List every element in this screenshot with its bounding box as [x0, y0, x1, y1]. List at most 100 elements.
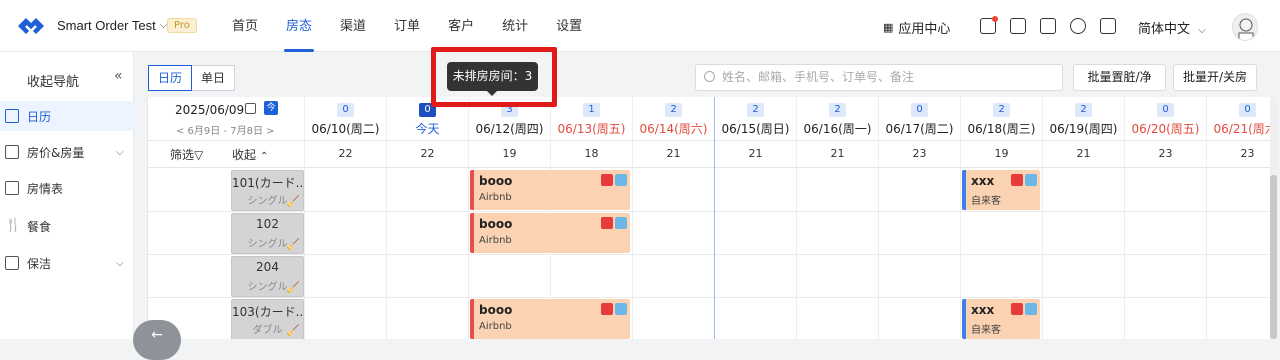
column-divider	[796, 168, 797, 339]
unassigned-count-badge[interactable]: 2	[747, 103, 764, 117]
unassigned-count-badge[interactable]: 1	[583, 103, 600, 117]
guest-name: booo	[479, 174, 513, 188]
booking-block[interactable]: xxx 自来客	[962, 170, 1040, 210]
date-range[interactable]: < 6月9日 - 7月8日 >	[176, 122, 275, 137]
main-nav: 首页 房态 渠道 订单 客户 统计 设置	[218, 0, 596, 52]
unassigned-count-badge[interactable]: 0	[1239, 103, 1256, 117]
row-divider	[148, 211, 1270, 212]
date-column-header[interactable]: 0 06/17(周二)	[878, 97, 960, 141]
today-button[interactable]: 今	[264, 101, 278, 115]
unassigned-count-badge[interactable]: 0	[1157, 103, 1174, 117]
date-column-header[interactable]: 0 06/21(周六)	[1206, 97, 1270, 141]
back-arrow-button[interactable]: ←	[133, 320, 181, 360]
calendar-icon[interactable]	[245, 103, 256, 114]
room-cell[interactable]: 204 シングル 🧹	[231, 256, 304, 297]
booking-channel: Airbnb	[479, 321, 512, 332]
availability-row: 筛选▽ 收起 ⌃ 22 22 19 18 21 21 21 23 19 21 23 23	[148, 141, 1270, 168]
date-header: 2025/06/09 今 < 6月9日 - 7月8日 > 0 06/10(周二) 0…	[148, 97, 1270, 141]
app-center-button[interactable]: ▦ 应用中心	[883, 18, 950, 37]
available-count: 21	[632, 141, 714, 168]
view-calendar-button[interactable]: 日历	[148, 65, 193, 91]
clean-icon	[5, 256, 19, 270]
top-bar: Smart Order Test ⌵ Pro 首页 房态 渠道 订单 客户 统计…	[0, 0, 1280, 52]
booking-tags	[601, 303, 627, 315]
sidebar-item-label: 房情表	[27, 181, 64, 196]
sidebar-item-calendar[interactable]: 日历	[0, 101, 134, 131]
booking-block[interactable]: xxx 自来客	[962, 299, 1040, 339]
column-divider	[632, 168, 633, 339]
date-label: 06/21(周六)	[1213, 122, 1270, 136]
available-count: 23	[1206, 141, 1270, 168]
nav-room-status[interactable]: 房态	[272, 0, 326, 52]
sidebar-item-cleaning[interactable]: 保洁 ⌵	[0, 248, 134, 278]
date-column-header[interactable]: 2 06/18(周三)	[960, 97, 1042, 141]
date-column-header[interactable]: 2 06/16(周一)	[796, 97, 878, 141]
bill-icon	[615, 303, 627, 315]
booking-tags	[601, 217, 627, 229]
nav-channels[interactable]: 渠道	[326, 0, 380, 52]
sidebar-item-room-report[interactable]: 房情表	[0, 173, 134, 203]
batch-dirty-clean-button[interactable]: 批量置脏/净	[1073, 64, 1166, 91]
date-label: 06/14(周六)	[639, 122, 708, 136]
sidebar-item-label: 日历	[27, 109, 52, 124]
room-cell[interactable]: 101(カード... シングル 🧹	[231, 170, 304, 211]
unassigned-count-badge[interactable]: 0	[911, 103, 928, 117]
sidebar-item-label: 房价&房量	[27, 145, 85, 160]
nav-settings[interactable]: 设置	[542, 0, 596, 52]
booking-block[interactable]: booo Airbnb	[470, 170, 630, 210]
broom-icon[interactable]: 🧹	[286, 195, 300, 208]
booking-block[interactable]: booo Airbnb	[470, 299, 630, 339]
unassigned-count-badge[interactable]: 2	[1075, 103, 1092, 117]
row-divider	[148, 254, 1270, 255]
unassigned-count-badge[interactable]: 2	[993, 103, 1010, 117]
date-column-header[interactable]: 1 06/13(周五)	[550, 97, 632, 141]
language-label: 简体中文	[1138, 22, 1191, 37]
language-selector[interactable]: 简体中文 ⌵	[1138, 18, 1206, 37]
available-count: 21	[1042, 141, 1124, 168]
date-column-header[interactable]: 0 06/10(周二)	[304, 97, 386, 141]
booking-block[interactable]: booo Airbnb	[470, 213, 630, 253]
date-column-header[interactable]: 2 06/15(周日)	[714, 97, 796, 141]
bill-icon	[615, 174, 627, 186]
view-single-day-button[interactable]: 单日	[192, 65, 236, 91]
column-divider	[304, 168, 305, 339]
book-icon[interactable]	[1010, 18, 1026, 34]
nav-home[interactable]: 首页	[218, 0, 272, 52]
scrollbar-thumb[interactable]	[1270, 175, 1277, 339]
unassigned-count-badge[interactable]: 0	[337, 103, 354, 117]
date-column-header[interactable]: 2 06/14(周六)	[632, 97, 714, 141]
unassigned-count-badge[interactable]: 2	[829, 103, 846, 117]
sidebar-item-meals[interactable]: 🍴 餐食	[0, 211, 134, 241]
sidebar-item-price-inventory[interactable]: 房价&房量 ⌵	[0, 137, 134, 167]
invoice-icon[interactable]	[1040, 18, 1056, 34]
column-divider	[1206, 168, 1207, 339]
date-column-header[interactable]: 2 06/19(周四)	[1042, 97, 1124, 141]
current-date[interactable]: 2025/06/09	[175, 103, 244, 117]
filter-icon: ▽	[194, 148, 204, 162]
app-logo-icon[interactable]	[16, 14, 46, 38]
column-divider	[386, 168, 387, 339]
date-label: 06/19(周四)	[1049, 122, 1118, 136]
avatar[interactable]	[1232, 13, 1258, 41]
nav-stats[interactable]: 统计	[488, 0, 542, 52]
nav-customers[interactable]: 客户	[434, 0, 488, 52]
app-switcher[interactable]: Smart Order Test ⌵	[57, 18, 167, 33]
headset-icon[interactable]	[1070, 18, 1086, 34]
filter-button[interactable]: 筛选▽	[170, 146, 203, 163]
broom-icon[interactable]: 🧹	[286, 281, 300, 294]
broom-icon[interactable]: 🧹	[286, 324, 300, 337]
collapse-sidebar-icon[interactable]: «	[114, 68, 123, 84]
booking-tags	[1011, 174, 1037, 186]
wallet-icon[interactable]	[1100, 18, 1116, 34]
nav-orders[interactable]: 订单	[380, 0, 434, 52]
broom-icon[interactable]: 🧹	[286, 238, 300, 251]
collapse-rooms-button[interactable]: 收起 ⌃	[232, 146, 268, 163]
room-cell[interactable]: 102 シングル 🧹	[231, 213, 304, 254]
search-input[interactable]: 姓名、邮箱、手机号、订单号、备注	[695, 64, 1063, 91]
date-label: 06/12(周四)	[475, 122, 544, 136]
batch-open-close-button[interactable]: 批量开/关房	[1173, 64, 1257, 91]
date-column-header[interactable]: 0 06/20(周五)	[1124, 97, 1206, 141]
unassigned-count-badge[interactable]: 2	[665, 103, 682, 117]
sidebar: 收起导航 « 日历 房价&房量 ⌵ 房情表 🍴 餐食 保洁 ⌵	[0, 52, 134, 339]
room-cell[interactable]: 103(カード... ダブル 🧹	[231, 299, 304, 339]
